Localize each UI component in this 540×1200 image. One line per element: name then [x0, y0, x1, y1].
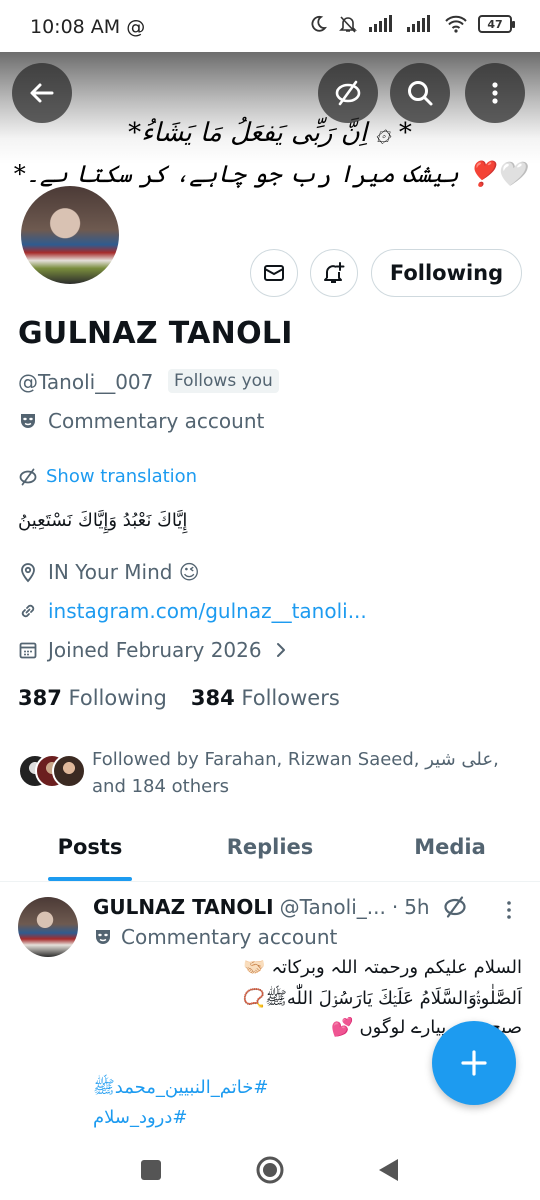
profile-avatar[interactable] [17, 182, 123, 288]
translate-icon [335, 80, 361, 106]
followers-count: 384 [190, 686, 235, 710]
calendar-icon [19, 642, 37, 659]
more-vertical-icon-post [507, 901, 511, 919]
joined-text: Joined February 2026 [48, 638, 262, 662]
tab-replies[interactable]: Replies [180, 812, 360, 881]
status-bar: 10:08 AM @ 47 [0, 0, 540, 52]
location-row: IN Your Mind 😉 [18, 560, 200, 584]
location-text: IN Your Mind 😉 [48, 560, 200, 584]
profile-tabs: Posts Replies Media [0, 812, 540, 882]
post-avatar[interactable] [18, 897, 78, 957]
arrow-left-icon [30, 83, 54, 103]
following-count-link[interactable]: 387 Following [18, 686, 167, 710]
system-nav-bar [0, 1140, 540, 1200]
search-button[interactable] [390, 63, 450, 123]
status-time: 10:08 AM @ [30, 16, 146, 38]
post-hashtag-2[interactable]: #درود_سلام [93, 1107, 187, 1128]
following-count: 387 [18, 686, 62, 710]
compose-post-button[interactable] [432, 1021, 516, 1105]
commentary-text: Commentary account [48, 409, 265, 433]
post-time: 5h [404, 895, 430, 919]
battery-icon: 47 [478, 15, 515, 33]
post-author-handle: @Tanoli_... [279, 895, 386, 919]
post-commentary-label: Commentary account [93, 925, 337, 949]
post-dot: · [391, 895, 399, 919]
post-commentary-text: Commentary account [121, 925, 338, 949]
link-row[interactable]: instagram.com/gulnaz__tanoli... [18, 599, 367, 623]
mutual-avatar-3 [52, 754, 86, 788]
follows-you-badge: Follows you [168, 369, 279, 393]
commentary-account-label: Commentary account [18, 409, 264, 433]
following-button[interactable]: Following [371, 249, 522, 297]
bell-plus-icon [324, 262, 345, 283]
bell-muted-icon [339, 16, 357, 33]
profile-bio: إِيَّاكَ نَعْبُدُ وَإِيَّاكَ نَسْتَعِينُ [18, 510, 188, 531]
back-button[interactable] [12, 63, 72, 123]
post-author-name[interactable]: GULNAZ TANOLI [93, 895, 274, 919]
message-button[interactable] [250, 249, 298, 297]
post-translate-icon[interactable] [442, 894, 468, 920]
more-vertical-icon [492, 82, 498, 104]
joined-row[interactable]: Joined February 2026 [18, 638, 290, 662]
back-triangle-icon[interactable] [377, 1157, 401, 1183]
profile-banner: *اِنَّ رَبِّی یَفعَلُ مَا یَشَاءُ ۞ * *ب… [0, 52, 540, 192]
envelope-icon [264, 265, 284, 281]
followers-count-link[interactable]: 384 Followers [191, 686, 340, 710]
chevron-right-icon [276, 643, 285, 657]
plus-icon [461, 1050, 487, 1076]
translate-icon-small [19, 468, 37, 485]
profile-name: GULNAZ TANOLI [18, 316, 293, 351]
more-options-button[interactable] [465, 63, 525, 123]
tab-posts[interactable]: Posts [0, 812, 180, 881]
followers-label: Followers [241, 686, 340, 710]
post-header: GULNAZ TANOLI @Tanoli_... · 5h [93, 894, 468, 920]
show-translation-text[interactable]: Show translation [46, 466, 197, 487]
translate-button[interactable] [318, 63, 378, 123]
follow-counts: 387 Following 384 Followers [18, 686, 340, 710]
profile-handle: @Tanoli__007 [18, 370, 154, 394]
recents-square-icon[interactable] [139, 1158, 163, 1182]
link-icon [21, 604, 35, 618]
banner-hearts: ❣️🤍 [466, 160, 527, 188]
moon-icon [311, 15, 327, 32]
signal-icon [369, 15, 392, 32]
followed-by-row[interactable]: Followed by Farahan, Rizwan Saeed, علی ش… [18, 746, 518, 800]
post-text-line1: السلام علیکم ورحمتہ اللہ وبرکاتہ 🤝🏻 [243, 957, 522, 978]
status-icons: 47 [308, 14, 515, 34]
post-more-button[interactable] [500, 898, 518, 926]
wifi-icon [445, 15, 467, 33]
notifications-button[interactable] [310, 249, 358, 297]
home-circle-icon[interactable] [255, 1155, 285, 1185]
show-translation-link[interactable]: Show translation [18, 466, 197, 487]
mask-icon-post [96, 930, 110, 944]
followed-by-avatars [18, 754, 86, 790]
following-label: Following [68, 686, 167, 710]
post-text-line2: اَلصَّلٰوۃُوَالسَّلَامُ عَلَیۡكَ یَارَسُ… [242, 988, 522, 1009]
followed-by-text: Followed by Farahan, Rizwan Saeed, علی ش… [92, 749, 499, 797]
banner-text-line1: *اِنَّ رَبِّی یَفعَلُ مَا یَشَاءُ ۞ * [128, 118, 412, 148]
mask-icon [21, 414, 35, 428]
signal-icon-2 [407, 15, 430, 32]
tab-media[interactable]: Media [360, 812, 540, 881]
profile-link[interactable]: instagram.com/gulnaz__tanoli... [48, 599, 367, 623]
post-hashtag-1[interactable]: #خاتم_النبیین_محمدﷺ [93, 1076, 268, 1102]
location-pin-icon [21, 563, 35, 583]
search-icon [408, 81, 433, 106]
